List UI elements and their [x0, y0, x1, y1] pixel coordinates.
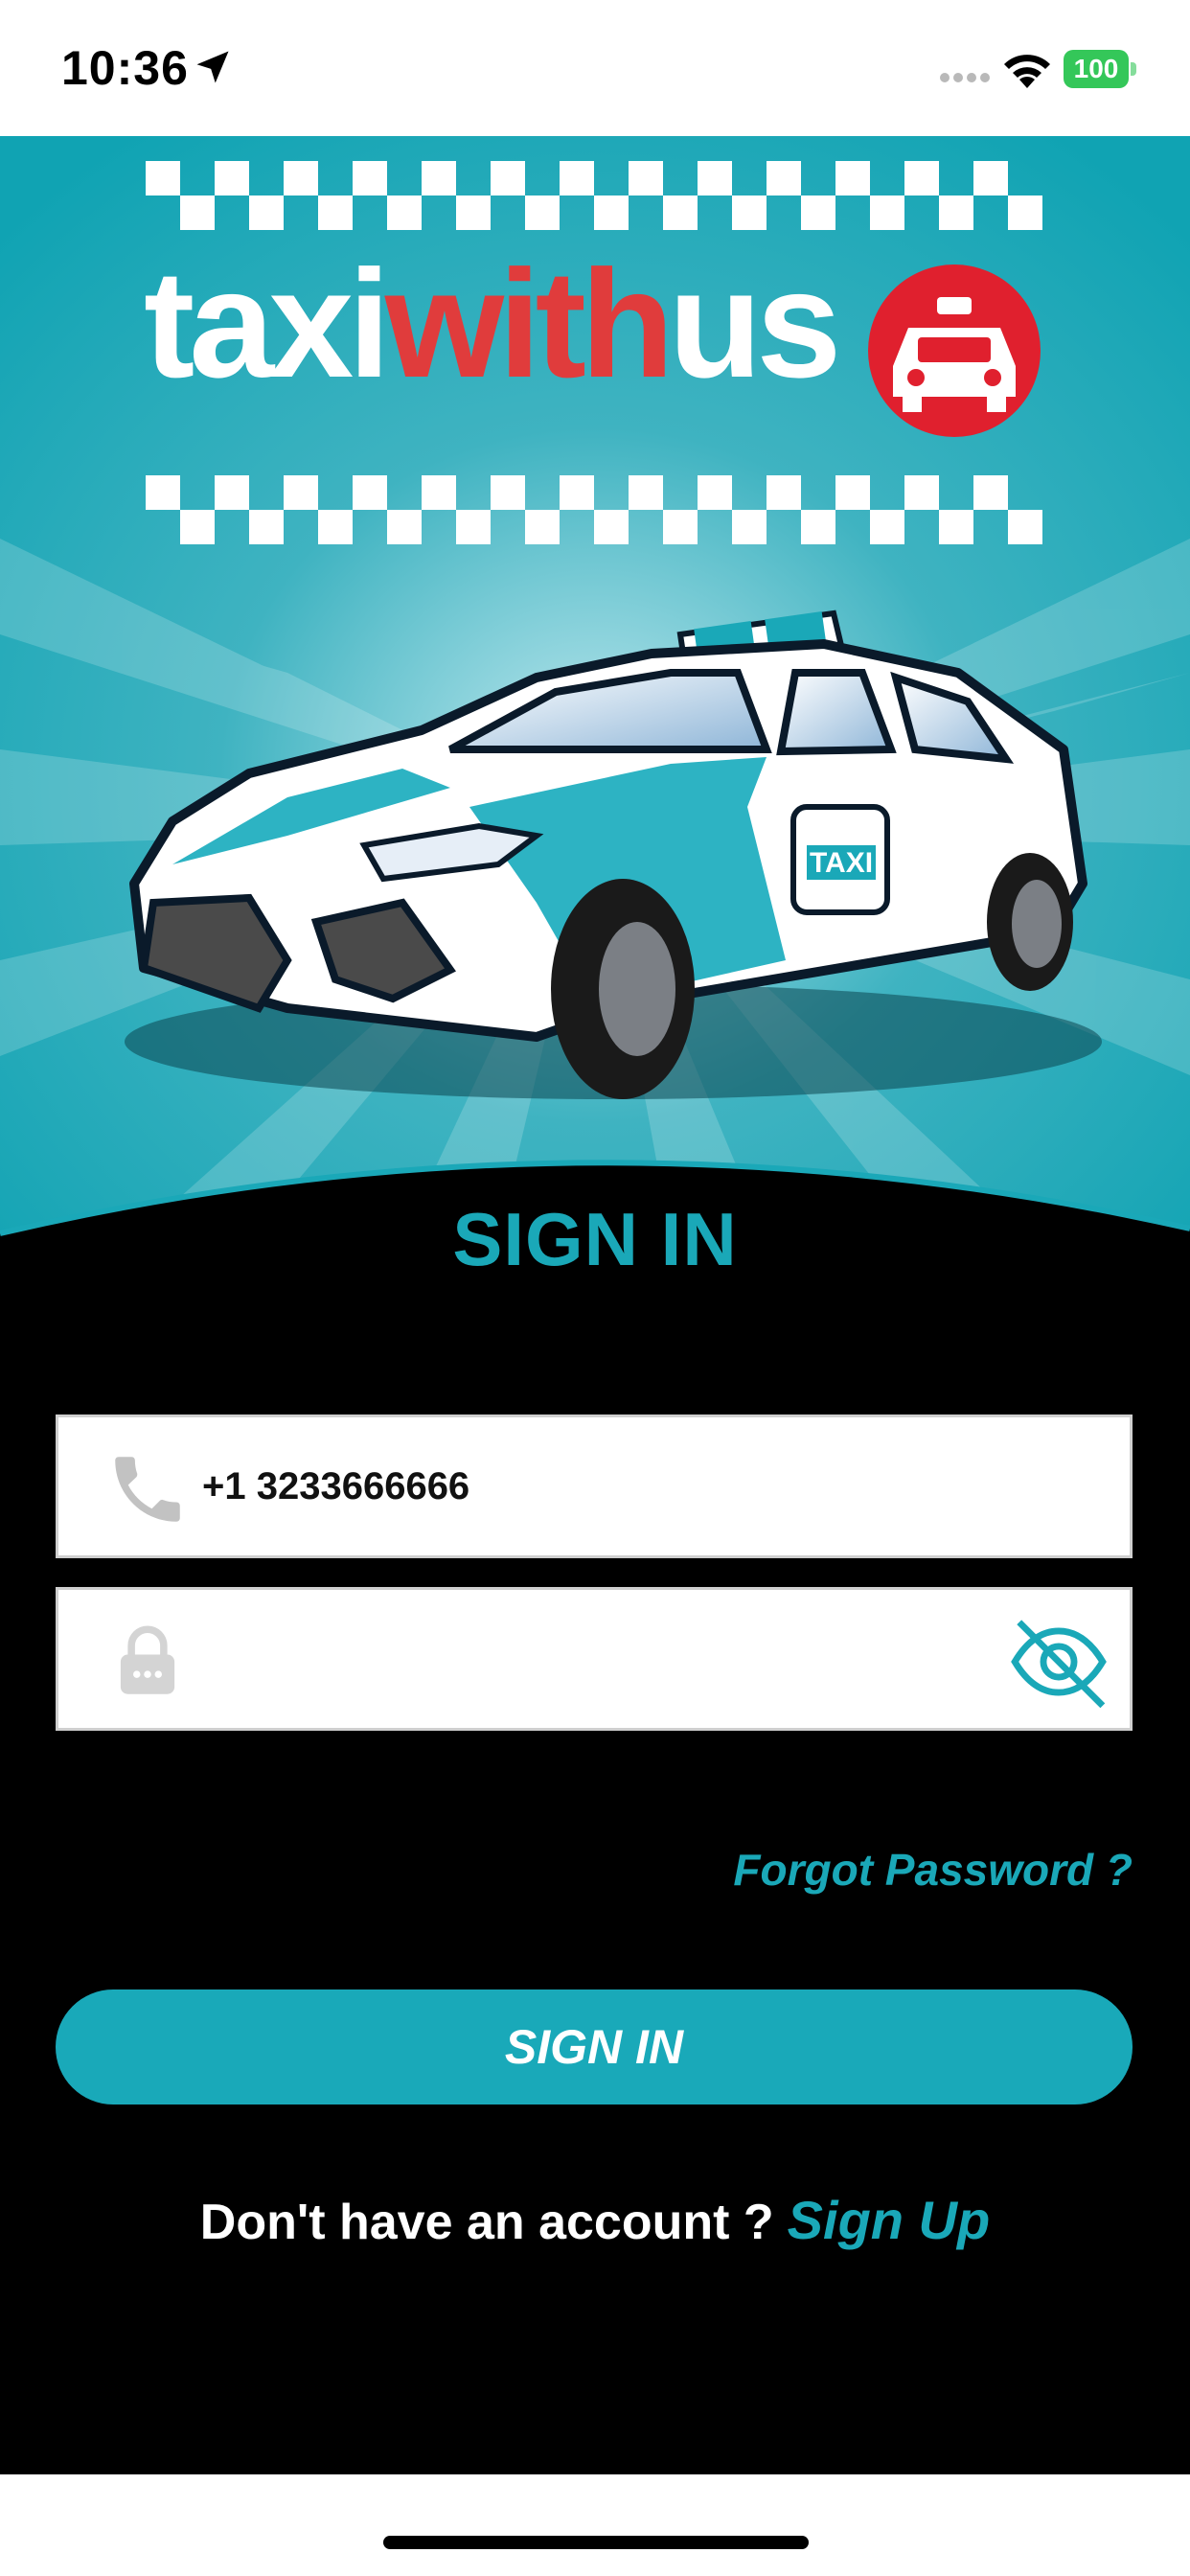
- app-logo-wordmark: taxiwithus: [144, 238, 841, 409]
- lock-icon: [120, 1625, 175, 1694]
- phone-value: +1 3233666666: [202, 1465, 470, 1507]
- forgot-password-link[interactable]: Forgot Password ?: [733, 1844, 1133, 1896]
- phone-field[interactable]: +1 3233666666: [56, 1414, 1133, 1558]
- home-indicator-bar: [0, 2474, 1190, 2576]
- phone-icon: [115, 1457, 180, 1522]
- cellular-signal-icon: [940, 73, 990, 82]
- door-taxi-sign: TAXI: [810, 847, 873, 879]
- sign-in-button[interactable]: SIGN IN: [56, 1990, 1133, 2104]
- signup-row: Don't have an account ? Sign Up: [0, 2189, 1190, 2251]
- home-indicator[interactable]: [383, 2536, 809, 2549]
- battery-level: 100: [1073, 54, 1119, 83]
- password-input[interactable]: [202, 1619, 1001, 1707]
- signup-prompt: Don't have an account ?: [199, 2195, 774, 2250]
- battery-indicator: 100: [1064, 50, 1136, 88]
- taxi-car-icon: [868, 264, 1041, 437]
- status-bar: 10:36 100: [0, 0, 1190, 136]
- sign-in-screen: 10:36 100 TAXI taxiwithus SIGN IN +1 323…: [0, 0, 1190, 2576]
- sign-up-link[interactable]: Sign Up: [788, 2190, 991, 2250]
- password-field[interactable]: [56, 1587, 1133, 1731]
- eye-slash-icon[interactable]: [1003, 1609, 1114, 1714]
- wifi-icon: [1004, 55, 1050, 88]
- page-title: SIGN IN: [452, 1197, 738, 1281]
- status-time: 10:36: [61, 41, 189, 95]
- location-arrow-icon: [196, 51, 229, 83]
